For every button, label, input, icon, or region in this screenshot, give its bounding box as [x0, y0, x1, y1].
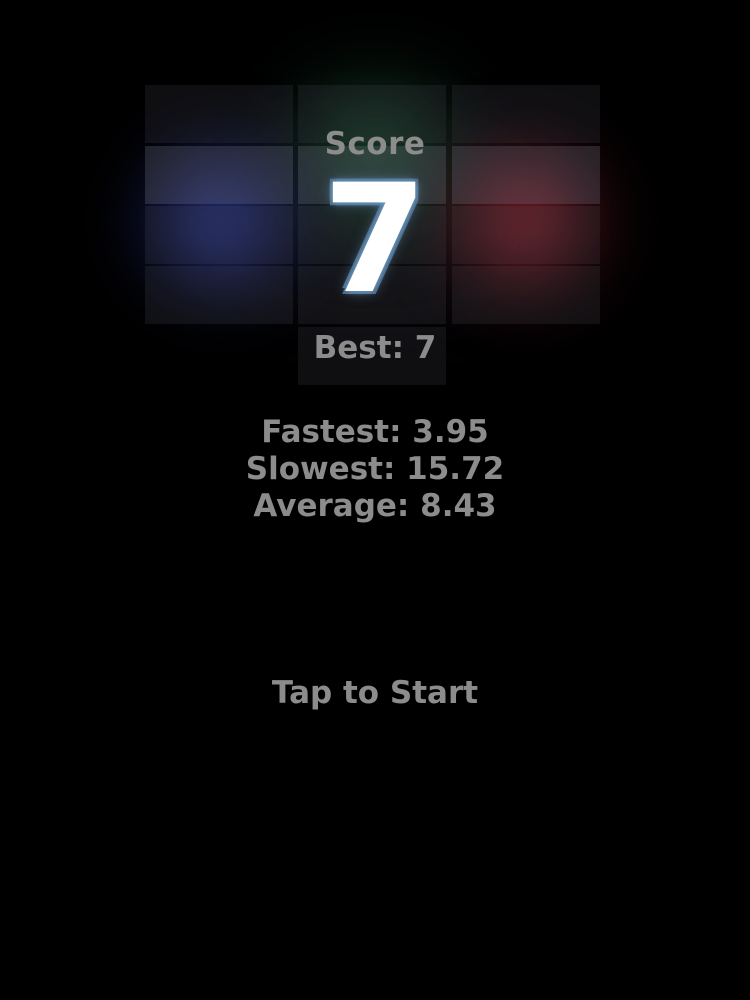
game-screen[interactable]: Score 7 Best: 7 Fastest: 3.95 Slowest: 1…: [0, 0, 750, 1000]
tap-to-start-button[interactable]: Tap to Start: [0, 675, 750, 711]
stats-panel: Fastest: 3.95 Slowest: 15.72 Average: 8.…: [0, 414, 750, 525]
slowest-time: Slowest: 15.72: [245, 451, 505, 487]
fastest-time: Fastest: 3.95: [261, 414, 489, 450]
best-score: Best: 7: [313, 330, 437, 366]
score-value: 7: [322, 153, 428, 327]
average-time: Average: 8.43: [253, 488, 497, 524]
